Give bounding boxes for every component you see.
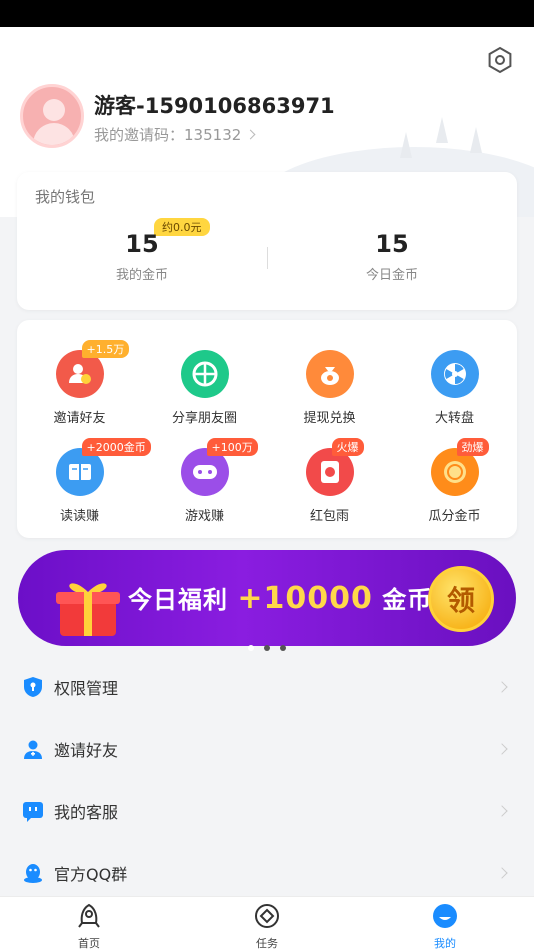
username: 游客-1590106863971 <box>94 94 335 118</box>
tree-decoration <box>400 132 412 158</box>
feature-tag: 劲爆 <box>456 438 489 456</box>
chevron-right-icon <box>496 743 508 755</box>
feature-label: 红包雨 <box>309 509 349 524</box>
banner-amount: +10000 <box>237 581 373 616</box>
chevron-right-icon <box>245 129 256 140</box>
avatar[interactable] <box>20 84 84 148</box>
feature-tag: 火爆 <box>331 438 364 456</box>
feature-red-packet-rain[interactable]: 火爆 红包雨 <box>267 438 392 524</box>
invite-user-icon: +1.5万 <box>55 340 130 398</box>
carousel-indicator <box>0 636 534 655</box>
carousel-dot[interactable] <box>280 645 286 651</box>
tree-decoration <box>470 127 482 153</box>
feature-game-earn[interactable]: +100万 游戏赚 <box>142 438 267 524</box>
gamepad-icon: +100万 <box>180 438 258 496</box>
menu-label: 邀请好友 <box>54 741 119 760</box>
tree-decoration <box>436 117 448 143</box>
feature-tag: +100万 <box>206 438 258 456</box>
feature-label: 分享朋友圈 <box>171 411 237 426</box>
banner-suffix: 金币 <box>372 586 433 614</box>
menu-label: 官方QQ群 <box>54 865 128 884</box>
feature-invite-friends[interactable]: +1.5万 邀请好友 <box>17 340 142 426</box>
menu-label: 权限管理 <box>54 679 119 698</box>
feature-grid: +1.5万 邀请好友 分享朋友圈 提现兑换 大转盘 +2000金币 读读赚 +1… <box>17 320 517 538</box>
tab-home[interactable]: 首页 <box>0 903 178 949</box>
invite-code-row[interactable]: 我的邀请码：135132 <box>94 124 256 145</box>
feature-split-coins[interactable]: 劲爆 瓜分金币 <box>392 438 517 524</box>
feature-read-earn[interactable]: +2000金币 读读赚 <box>17 438 151 524</box>
menu-item-qq-group[interactable]: 官方QQ群 <box>0 842 534 904</box>
task-icon <box>255 904 279 928</box>
feature-withdraw[interactable]: 提现兑换 <box>267 350 392 426</box>
shield-icon <box>24 677 42 697</box>
carousel-dot[interactable] <box>264 645 270 651</box>
today-coins-label: 今日金币 <box>365 268 418 283</box>
chevron-right-icon <box>496 867 508 879</box>
tab-label: 任务 <box>256 937 278 949</box>
tab-label: 我的 <box>434 937 456 949</box>
chevron-right-icon <box>496 681 508 693</box>
feature-label: 读读赚 <box>59 509 99 524</box>
tab-label: 首页 <box>78 937 100 949</box>
feature-label: 邀请好友 <box>53 411 106 426</box>
carousel-dot[interactable] <box>248 645 254 651</box>
wheel-icon <box>430 350 479 398</box>
today-coins-stat[interactable]: 15 今日金币 <box>267 230 517 283</box>
settings-menu: 权限管理 邀请好友 我的客服 官方QQ群 <box>0 656 534 904</box>
menu-item-invite-friends[interactable]: 邀请好友 <box>0 718 534 780</box>
chat-bubble-icon <box>23 802 43 822</box>
my-coins-stat[interactable]: 15 我的金币 <box>17 230 267 283</box>
feature-label: 瓜分金币 <box>428 509 481 524</box>
feature-tag: +2000金币 <box>81 438 151 456</box>
feature-share-moments[interactable]: 分享朋友圈 <box>142 350 267 426</box>
chevron-right-icon <box>496 805 508 817</box>
tab-tasks[interactable]: 任务 <box>178 903 356 949</box>
wallet-title: 我的钱包 <box>35 188 96 206</box>
banner-text: 今日福利 +10000 金币 <box>128 580 432 616</box>
feature-label: 大转盘 <box>434 411 474 426</box>
status-bar <box>0 0 534 27</box>
settings-hexagon-icon[interactable] <box>486 46 514 74</box>
feature-wheel[interactable]: 大转盘 <box>392 350 517 426</box>
banner-prefix: 今日福利 <box>128 586 238 614</box>
claim-coin-button[interactable]: 领 <box>428 566 494 632</box>
menu-item-permissions[interactable]: 权限管理 <box>0 656 534 718</box>
welfare-banner[interactable]: 今日福利 +10000 金币 领 <box>18 550 516 646</box>
tab-mine[interactable]: 我的 <box>356 903 534 949</box>
today-coins-value: 15 <box>375 230 409 258</box>
menu-label: 我的客服 <box>54 803 119 822</box>
menu-item-customer-service[interactable]: 我的客服 <box>0 780 534 842</box>
qq-penguin-icon <box>24 864 42 883</box>
money-bag-icon <box>305 350 354 398</box>
my-coins-label: 我的金币 <box>115 268 168 283</box>
bottom-tab-bar: 首页 任务 我的 <box>0 896 534 949</box>
feature-label: 提现兑换 <box>303 411 356 426</box>
book-icon: +2000金币 <box>55 438 151 496</box>
wallet-card: 我的钱包 约0.0元 15 我的金币 15 今日金币 <box>17 172 517 310</box>
my-coins-value: 15 <box>125 230 159 258</box>
invite-code-label: 我的邀请码： <box>94 126 185 144</box>
gift-box-icon <box>56 583 120 636</box>
add-user-icon <box>24 740 42 759</box>
coin-icon: 劲爆 <box>430 438 489 496</box>
feature-tag: +1.5万 <box>81 340 130 358</box>
profile-icon <box>433 904 457 928</box>
moments-icon <box>180 350 229 398</box>
invite-code-value: 135132 <box>184 126 242 144</box>
red-packet-icon: 火爆 <box>305 438 364 496</box>
feature-label: 游戏赚 <box>184 509 224 524</box>
home-rocket-icon <box>78 903 100 928</box>
